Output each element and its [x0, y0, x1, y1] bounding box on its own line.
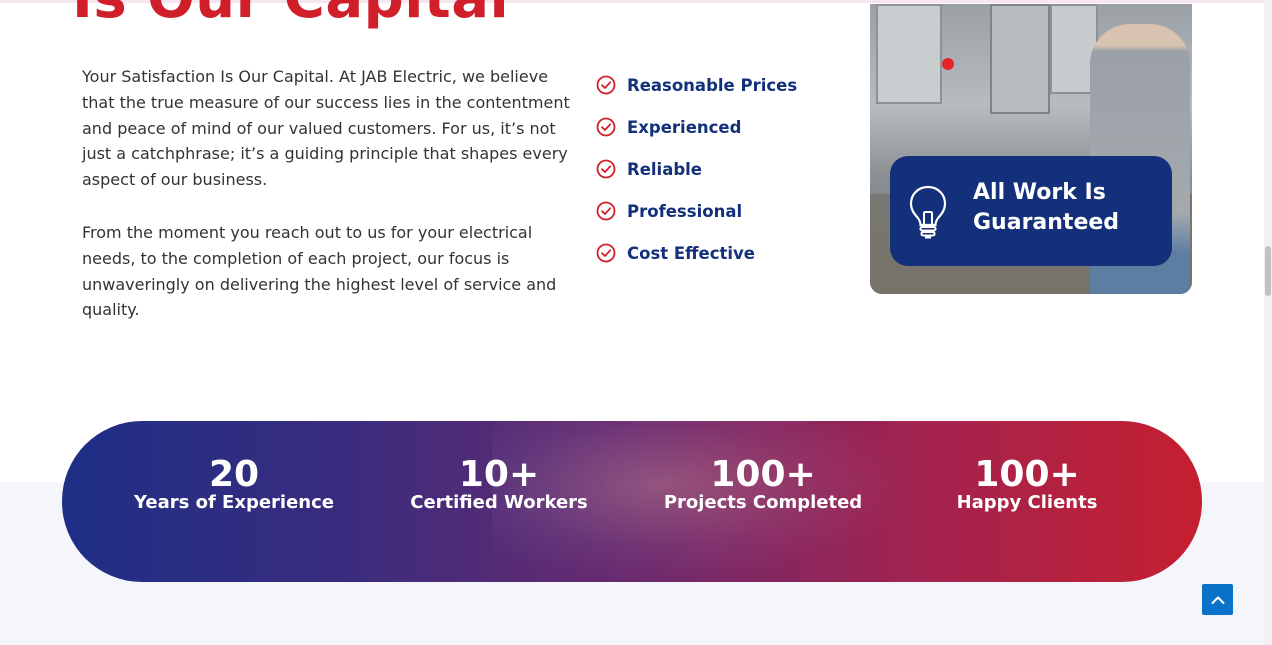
scrollbar-thumb[interactable]	[1265, 246, 1271, 296]
feature-label: Professional	[627, 201, 743, 221]
guarantee-badge: All Work Is Guaranteed	[890, 156, 1172, 266]
stat-projects: 100+ Projects Completed	[654, 457, 872, 513]
check-circle-icon	[596, 117, 616, 137]
feature-item: Reliable	[596, 148, 797, 190]
check-circle-icon	[596, 243, 616, 263]
chevron-up-icon	[1211, 596, 1224, 604]
feature-item: Experienced	[596, 106, 797, 148]
lightbulb-icon	[909, 185, 947, 239]
feature-label: Cost Effective	[627, 243, 755, 263]
stat-years: 20 Years of Experience	[134, 457, 334, 513]
stat-number: 100+	[710, 454, 816, 495]
stat-number: 100+	[974, 454, 1080, 495]
page-scrollbar[interactable]	[1264, 0, 1272, 645]
check-circle-icon	[596, 201, 616, 221]
stat-clients: 100+ Happy Clients	[927, 457, 1127, 513]
feature-list: Reasonable Prices Experienced Reliable P…	[596, 64, 797, 274]
section-heading: Is Our Capital	[72, 0, 509, 31]
check-circle-icon	[596, 75, 616, 95]
stat-caption: Certified Workers	[410, 492, 588, 513]
feature-label: Reliable	[627, 159, 702, 179]
electrical-panel	[876, 4, 942, 104]
feature-item: Cost Effective	[596, 232, 797, 274]
feature-item: Reasonable Prices	[596, 64, 797, 106]
stats-banner: 20 Years of Experience 10+ Certified Wor…	[62, 421, 1202, 582]
stat-caption: Happy Clients	[956, 492, 1098, 513]
scroll-to-top-button[interactable]	[1202, 584, 1233, 615]
service-paragraph: From the moment you reach out to us for …	[82, 223, 557, 320]
check-circle-icon	[596, 159, 616, 179]
stat-caption: Projects Completed	[663, 492, 863, 513]
feature-label: Reasonable Prices	[627, 75, 798, 95]
electrical-panel	[990, 4, 1050, 114]
stat-workers: 10+ Certified Workers	[399, 457, 599, 513]
stat-number: 20	[208, 454, 260, 495]
feature-item: Professional	[596, 190, 797, 232]
stat-caption: Years of Experience	[134, 492, 335, 513]
intro-paragraph: Your Satisfaction Is Our Capital. At JAB…	[82, 67, 570, 190]
feature-label: Experienced	[627, 117, 742, 137]
guarantee-text: All Work Is Guaranteed	[973, 180, 1120, 235]
stat-number: 10+	[458, 454, 540, 495]
panel-knob	[942, 58, 954, 70]
